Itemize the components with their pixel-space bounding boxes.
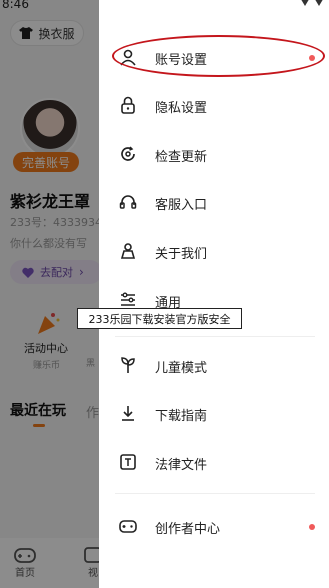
menu-label: 下载指南 (155, 409, 208, 424)
menu-label: 法律文件 (155, 458, 208, 473)
divider (115, 493, 315, 494)
menu-item-customer-service[interactable]: 客服入口 (99, 181, 329, 225)
menu-label: 隐私设置 (155, 101, 208, 116)
divider (115, 336, 315, 337)
headset-icon (119, 193, 137, 211)
menu-item-about-us[interactable]: 关于我们 (99, 230, 329, 274)
update-icon (119, 145, 137, 163)
gamepad-icon (119, 517, 137, 535)
menu-item-download-guide[interactable]: 下载指南 (99, 392, 329, 436)
menu-item-check-update[interactable]: 检查更新 (99, 133, 329, 177)
menu-label: 关于我们 (155, 247, 208, 262)
highlight-ellipse (112, 35, 325, 77)
settings-icon (119, 291, 137, 309)
settings-drawer: 账号设置 隐私设置 检查更新 客服入口 关于我们 通用 儿童模式 下载指南 法律… (99, 0, 329, 588)
document-icon (119, 453, 137, 471)
menu-label: 检查更新 (155, 150, 208, 165)
menu-item-privacy-settings[interactable]: 隐私设置 (99, 84, 329, 128)
menu-label: 客服入口 (155, 198, 208, 213)
watermark-tooltip: 233乐园下载安装官方版安全 (77, 308, 242, 329)
menu-item-creator-center[interactable]: 创作者中心 (99, 505, 329, 549)
download-icon (119, 404, 137, 422)
status-icons (299, 0, 325, 6)
notification-dot (309, 524, 315, 530)
menu-item-legal-documents[interactable]: 法律文件 (99, 441, 329, 485)
menu-label: 创作者中心 (155, 522, 221, 537)
lock-icon (119, 96, 137, 114)
menu-label: 儿童模式 (155, 361, 208, 376)
sprout-icon (119, 356, 137, 374)
menu-item-kids-mode[interactable]: 儿童模式 (99, 344, 329, 388)
about-icon (119, 242, 137, 260)
